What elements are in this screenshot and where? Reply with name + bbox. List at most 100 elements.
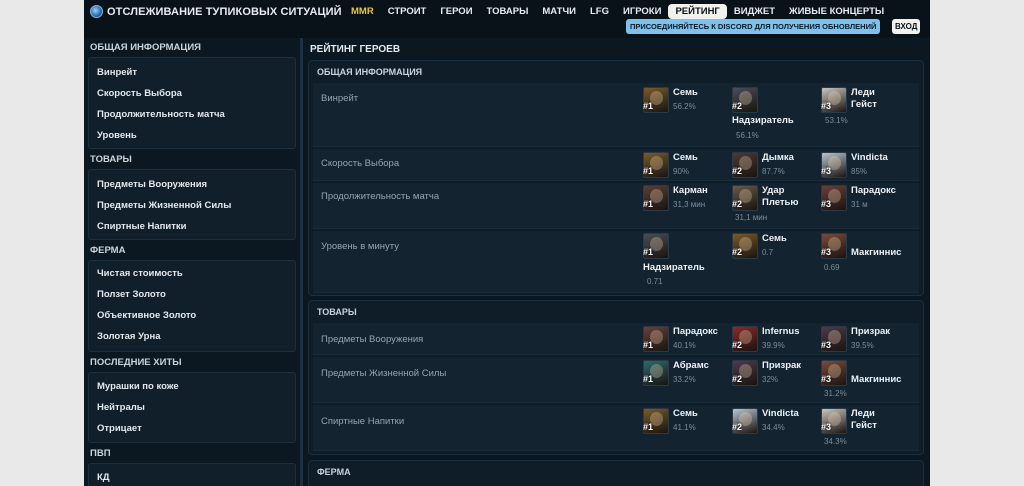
- hero-name: Vindicta: [762, 408, 799, 419]
- row-label: Уровень в минуту: [321, 241, 399, 252]
- row-label: Винрейт: [321, 93, 359, 104]
- hero-stat-value: 90%: [673, 167, 690, 176]
- sidebar-item-neutrals[interactable]: Нейтралы: [97, 402, 145, 413]
- panel-title: ТОВАРЫ: [317, 307, 357, 317]
- hero-stat-value: 0.7: [762, 248, 774, 257]
- sidebar-item-match-duration[interactable]: Продолжительность матча: [97, 109, 225, 120]
- nav-link-builds[interactable]: СТРОИТ: [381, 4, 434, 19]
- rank-badge: #2: [732, 374, 743, 384]
- row-label: Предметы Жизненной Силы: [321, 368, 447, 379]
- login-button[interactable]: ВХОД: [892, 19, 921, 34]
- sidebar-item-level[interactable]: Уровень: [97, 130, 137, 141]
- panel-title: ФЕРМА: [317, 467, 351, 477]
- hero-name: Удар Плетью: [762, 185, 799, 208]
- brand-title: ОТСЛЕЖИВАНИЕ ТУПИКОВЫХ СИТУАЦИЙ: [107, 5, 342, 18]
- rank-badge: #2: [732, 340, 743, 350]
- sidebar-item-pick-rate[interactable]: Скорость Выбора: [97, 88, 182, 99]
- discord-join-banner[interactable]: ПРИСОЕДИНЯЙТЕСЬ К DISCORD ДЛЯ ПОЛУЧЕНИЯ …: [626, 19, 881, 34]
- rank-badge: #2: [732, 422, 743, 432]
- sidebar-section-last-hits: Мурашки по коже Нейтралы Отрицает: [88, 372, 296, 443]
- nav-link-mmr[interactable]: MMR: [344, 4, 381, 19]
- hero-name: Карман: [673, 185, 708, 196]
- panel-items: ТОВАРЫ Предметы Вооружения #1 Парадокс 4…: [308, 300, 924, 455]
- hero-name: Макгиннис: [851, 247, 902, 258]
- hero-name: Призрак: [851, 326, 891, 337]
- hero-name: Семь: [673, 152, 698, 163]
- hero-stat-value: 41.1%: [673, 423, 696, 432]
- hero-name: Парадокс: [673, 326, 718, 337]
- hero-stat-value: 53.1%: [825, 116, 848, 125]
- hero-stat-value: 0.69: [824, 263, 840, 272]
- rank-badge: #2: [732, 166, 743, 176]
- sidebar-section-general: Винрейт Скорость Выбора Продолжительност…: [88, 57, 296, 149]
- hero-stat-value: 33.2%: [673, 375, 696, 384]
- sidebar-item-golden-urn[interactable]: Золотая Урна: [97, 331, 161, 342]
- ranking-row-match-duration: Продолжительность матча #1 Карман 31,3 м…: [313, 183, 919, 229]
- sidebar-section-items-title: ТОВАРЫ: [90, 154, 132, 165]
- rank-badge: #3: [821, 247, 832, 257]
- rank-badge: #1: [643, 247, 654, 257]
- hero-name: Дымка: [762, 152, 794, 163]
- panel-general-info: ОБЩАЯ ИНФОРМАЦИЯ Винрейт #1 Семь 56.2% #…: [308, 60, 924, 296]
- sidebar-item-creeps[interactable]: Мурашки по коже: [97, 381, 179, 392]
- nav-link-players[interactable]: ИГРОКИ: [616, 4, 668, 19]
- ranking-row-pick-rate: Скорость Выбора #1 Семь 90% #2 Дымка 87.…: [313, 149, 919, 181]
- row-label: Спиртные Напитки: [321, 416, 405, 427]
- hero-stat-value: 31 м: [851, 200, 868, 209]
- sidebar-item-creep-gold[interactable]: Ползет Золото: [97, 289, 166, 300]
- sidebar-item-kd[interactable]: КД: [97, 472, 110, 483]
- ranking-row-vitality-items: Предметы Жизненной Силы #1 Абрамс 33.2% …: [313, 357, 919, 403]
- sidebar-divider: [300, 38, 303, 486]
- hero-stat-value: 34.3%: [824, 437, 847, 446]
- globe-logo-icon: [90, 5, 103, 18]
- sidebar-section-last-hits-title: ПОСЛЕДНИЕ ХИТЫ: [90, 357, 182, 368]
- nav-link-matches[interactable]: МАТЧИ: [535, 4, 583, 19]
- sidebar-section-farm-title: ФЕРМА: [90, 245, 126, 256]
- sidebar-section-farm: Чистая стоимость Ползет Золото Объективн…: [88, 260, 296, 352]
- nav-link-rankings[interactable]: РЕЙТИНГ: [668, 4, 727, 19]
- hero-name: Макгиннис: [851, 374, 902, 385]
- rank-badge: #1: [643, 340, 654, 350]
- hero-name: Семь: [673, 87, 698, 98]
- hero-name: Парадокс: [851, 185, 896, 196]
- rank-badge: #2: [732, 101, 743, 111]
- hero-stat-value: 39.5%: [851, 341, 874, 350]
- rank-badge: #3: [821, 422, 832, 432]
- page-title: РЕЙТИНГ ГЕРОЕВ: [310, 44, 401, 55]
- nav-link-lfg[interactable]: LFG: [583, 4, 616, 19]
- brand[interactable]: ОТСЛЕЖИВАНИЕ ТУПИКОВЫХ СИТУАЦИЙ: [90, 5, 342, 18]
- sidebar: ОБЩАЯ ИНФОРМАЦИЯ Винрейт Скорость Выбора…: [84, 38, 298, 486]
- hero-stat-value: 56.2%: [673, 102, 696, 111]
- hero-stat-value: 87.7%: [762, 167, 785, 176]
- sidebar-item-spirit-items[interactable]: Спиртные Напитки: [97, 221, 187, 232]
- ranking-row-level-per-minute: Уровень в минуту #1 Надзиратель 0.71 #2 …: [313, 231, 919, 293]
- sidebar-item-denies[interactable]: Отрицает: [97, 423, 142, 434]
- sidebar-item-vitality-items[interactable]: Предметы Жизненной Силы: [97, 200, 231, 211]
- hero-name: Леди Гейст: [851, 408, 877, 431]
- hero-name: Леди Гейст: [851, 87, 877, 110]
- nav-link-items[interactable]: ТОВАРЫ: [480, 4, 536, 19]
- rank-badge: #3: [821, 340, 832, 350]
- sidebar-section-pvp: КД: [88, 463, 296, 486]
- hero-name: Надзиратель: [643, 262, 705, 273]
- hero-name: Vindicta: [851, 152, 888, 163]
- sidebar-item-objective-gold[interactable]: Объективное Золото: [97, 310, 196, 321]
- hero-name: Infernus: [762, 326, 800, 337]
- top-navigation: ОТСЛЕЖИВАНИЕ ТУПИКОВЫХ СИТУАЦИЙ MMR СТРО…: [84, 0, 930, 38]
- hero-name: Семь: [762, 233, 787, 244]
- nav-link-widget[interactable]: ВИДЖЕТ: [727, 4, 782, 19]
- rank-badge: #3: [821, 101, 832, 111]
- sidebar-section-items: Предметы Вооружения Предметы Жизненной С…: [88, 169, 296, 240]
- rank-badge: #2: [732, 247, 743, 257]
- rank-badge: #1: [643, 422, 654, 432]
- nav-link-heroes[interactable]: ГЕРОИ: [433, 4, 479, 19]
- sidebar-section-pvp-title: ПВП: [90, 448, 111, 459]
- sidebar-item-net-worth[interactable]: Чистая стоимость: [97, 268, 183, 279]
- sidebar-item-weapon-items[interactable]: Предметы Вооружения: [97, 179, 207, 190]
- rank-badge: #1: [643, 199, 654, 209]
- hero-name: Надзиратель: [732, 115, 794, 126]
- panel-title: ОБЩАЯ ИНФОРМАЦИЯ: [317, 67, 423, 77]
- sidebar-item-winrate[interactable]: Винрейт: [97, 67, 137, 78]
- rank-badge: #3: [821, 199, 832, 209]
- nav-link-live[interactable]: ЖИВЫЕ КОНЦЕРТЫ: [782, 4, 891, 19]
